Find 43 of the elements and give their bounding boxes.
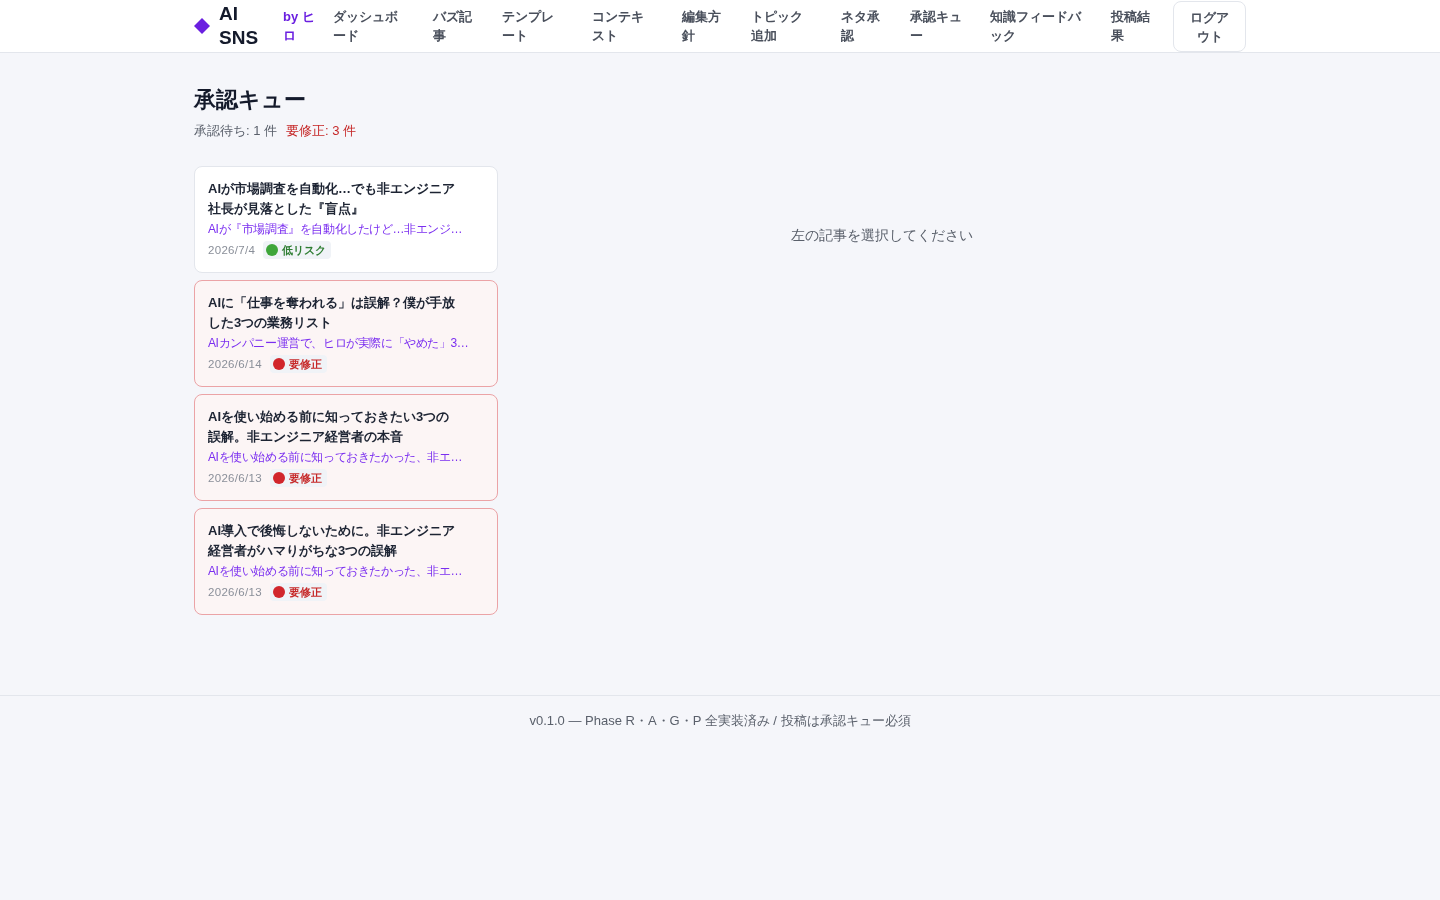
pending-count: 承認待ち: 1 件: [194, 122, 278, 140]
status-label: 低リスク: [282, 243, 327, 257]
page-title: 承認キュー: [194, 86, 306, 114]
article-excerpt: AIを使い始める前に知っておきたかった、非エ…: [208, 563, 463, 580]
nav-link[interactable]: 知識フィードバック: [989, 7, 1085, 45]
nav-link[interactable]: 編集方針: [682, 7, 725, 45]
status-dot-icon: [272, 358, 285, 370]
article-card[interactable]: AI導入で後悔しないために。非エンジニア経営者がハマりがちな3つの誤解 AIを使い始める前に知っておきたかった、非エ… 2026/6/13 要修正: [194, 508, 498, 615]
article-excerpt: AIを使い始める前に知っておきたかった、非エ…: [208, 449, 463, 466]
nav-link[interactable]: バズ記事: [433, 7, 476, 45]
nav-link[interactable]: コンテキスト: [592, 7, 656, 45]
nav-link[interactable]: テンプレート: [502, 7, 566, 45]
article-card[interactable]: AIに「仕事を奪われる」は誤解？僕が手放した3つの業務リスト AIカンパニー運営で、ヒロが実際に「やめた」3… 2026/6/14 要修正: [194, 280, 498, 387]
status-dot-icon: [266, 244, 279, 256]
article-date: 2026/6/13: [208, 471, 262, 486]
status-label: 要修正: [288, 585, 322, 599]
article-card[interactable]: AIを使い始める前に知っておきたい3つの誤解。非エンジニア経営者の本音 AIを使い始める前に知っておきたかった、非エ… 2026/6/13 要修正: [194, 394, 498, 501]
status-label: 要修正: [288, 357, 322, 371]
article-title: AIを使い始める前に知っておきたい3つの誤解。非エンジニア経営者の本音: [208, 408, 451, 446]
empty-state-message: 左の記事を選択してください: [791, 226, 973, 245]
nav-link[interactable]: 投稿結果: [1111, 7, 1154, 45]
article-card[interactable]: AIが市場調査を自動化…でも非エンジニア社長が見落とした『盲点』 AIが『市場調査』を自動化したけど…非エンジ… 2026/7/4 低リスク: [194, 166, 498, 273]
nav-link[interactable]: トピック追加: [751, 7, 815, 45]
article-excerpt: AIカンパニー運営で、ヒロが実際に「やめた」3…: [208, 335, 469, 352]
logout-button[interactable]: ログアウト: [1173, 0, 1246, 52]
footer-text: v0.1.0 — Phase R・A・G・P 全実装済み / 投稿は承認キュー必須: [529, 712, 911, 730]
author-byline: by ヒロ: [283, 8, 316, 45]
article-date: 2026/6/14: [208, 357, 262, 372]
article-title: AIが市場調査を自動化…でも非エンジニア社長が見落とした『盲点』: [208, 180, 456, 218]
status-dot-icon: [272, 472, 285, 484]
article-date: 2026/7/4: [208, 243, 256, 258]
nav-link[interactable]: ダッシュボード: [333, 7, 407, 45]
status-label: 要修正: [288, 471, 322, 485]
status-dot-icon: [272, 586, 285, 598]
diamond-icon: [194, 18, 210, 34]
article-date: 2026/6/13: [208, 585, 262, 600]
nav-link[interactable]: 承認キュー: [910, 7, 963, 45]
article-title: AI導入で後悔しないために。非エンジニア経営者がハマりがちな3つの誤解: [208, 522, 456, 560]
nav-link[interactable]: ネタ承認: [841, 7, 884, 45]
revision-count: 要修正: 3 件: [286, 122, 357, 140]
article-title: AIに「仕事を奪われる」は誤解？僕が手放した3つの業務リスト: [208, 294, 456, 332]
article-excerpt: AIが『市場調査』を自動化したけど…非エンジ…: [208, 221, 463, 238]
app-name[interactable]: AI SNS: [219, 2, 275, 50]
